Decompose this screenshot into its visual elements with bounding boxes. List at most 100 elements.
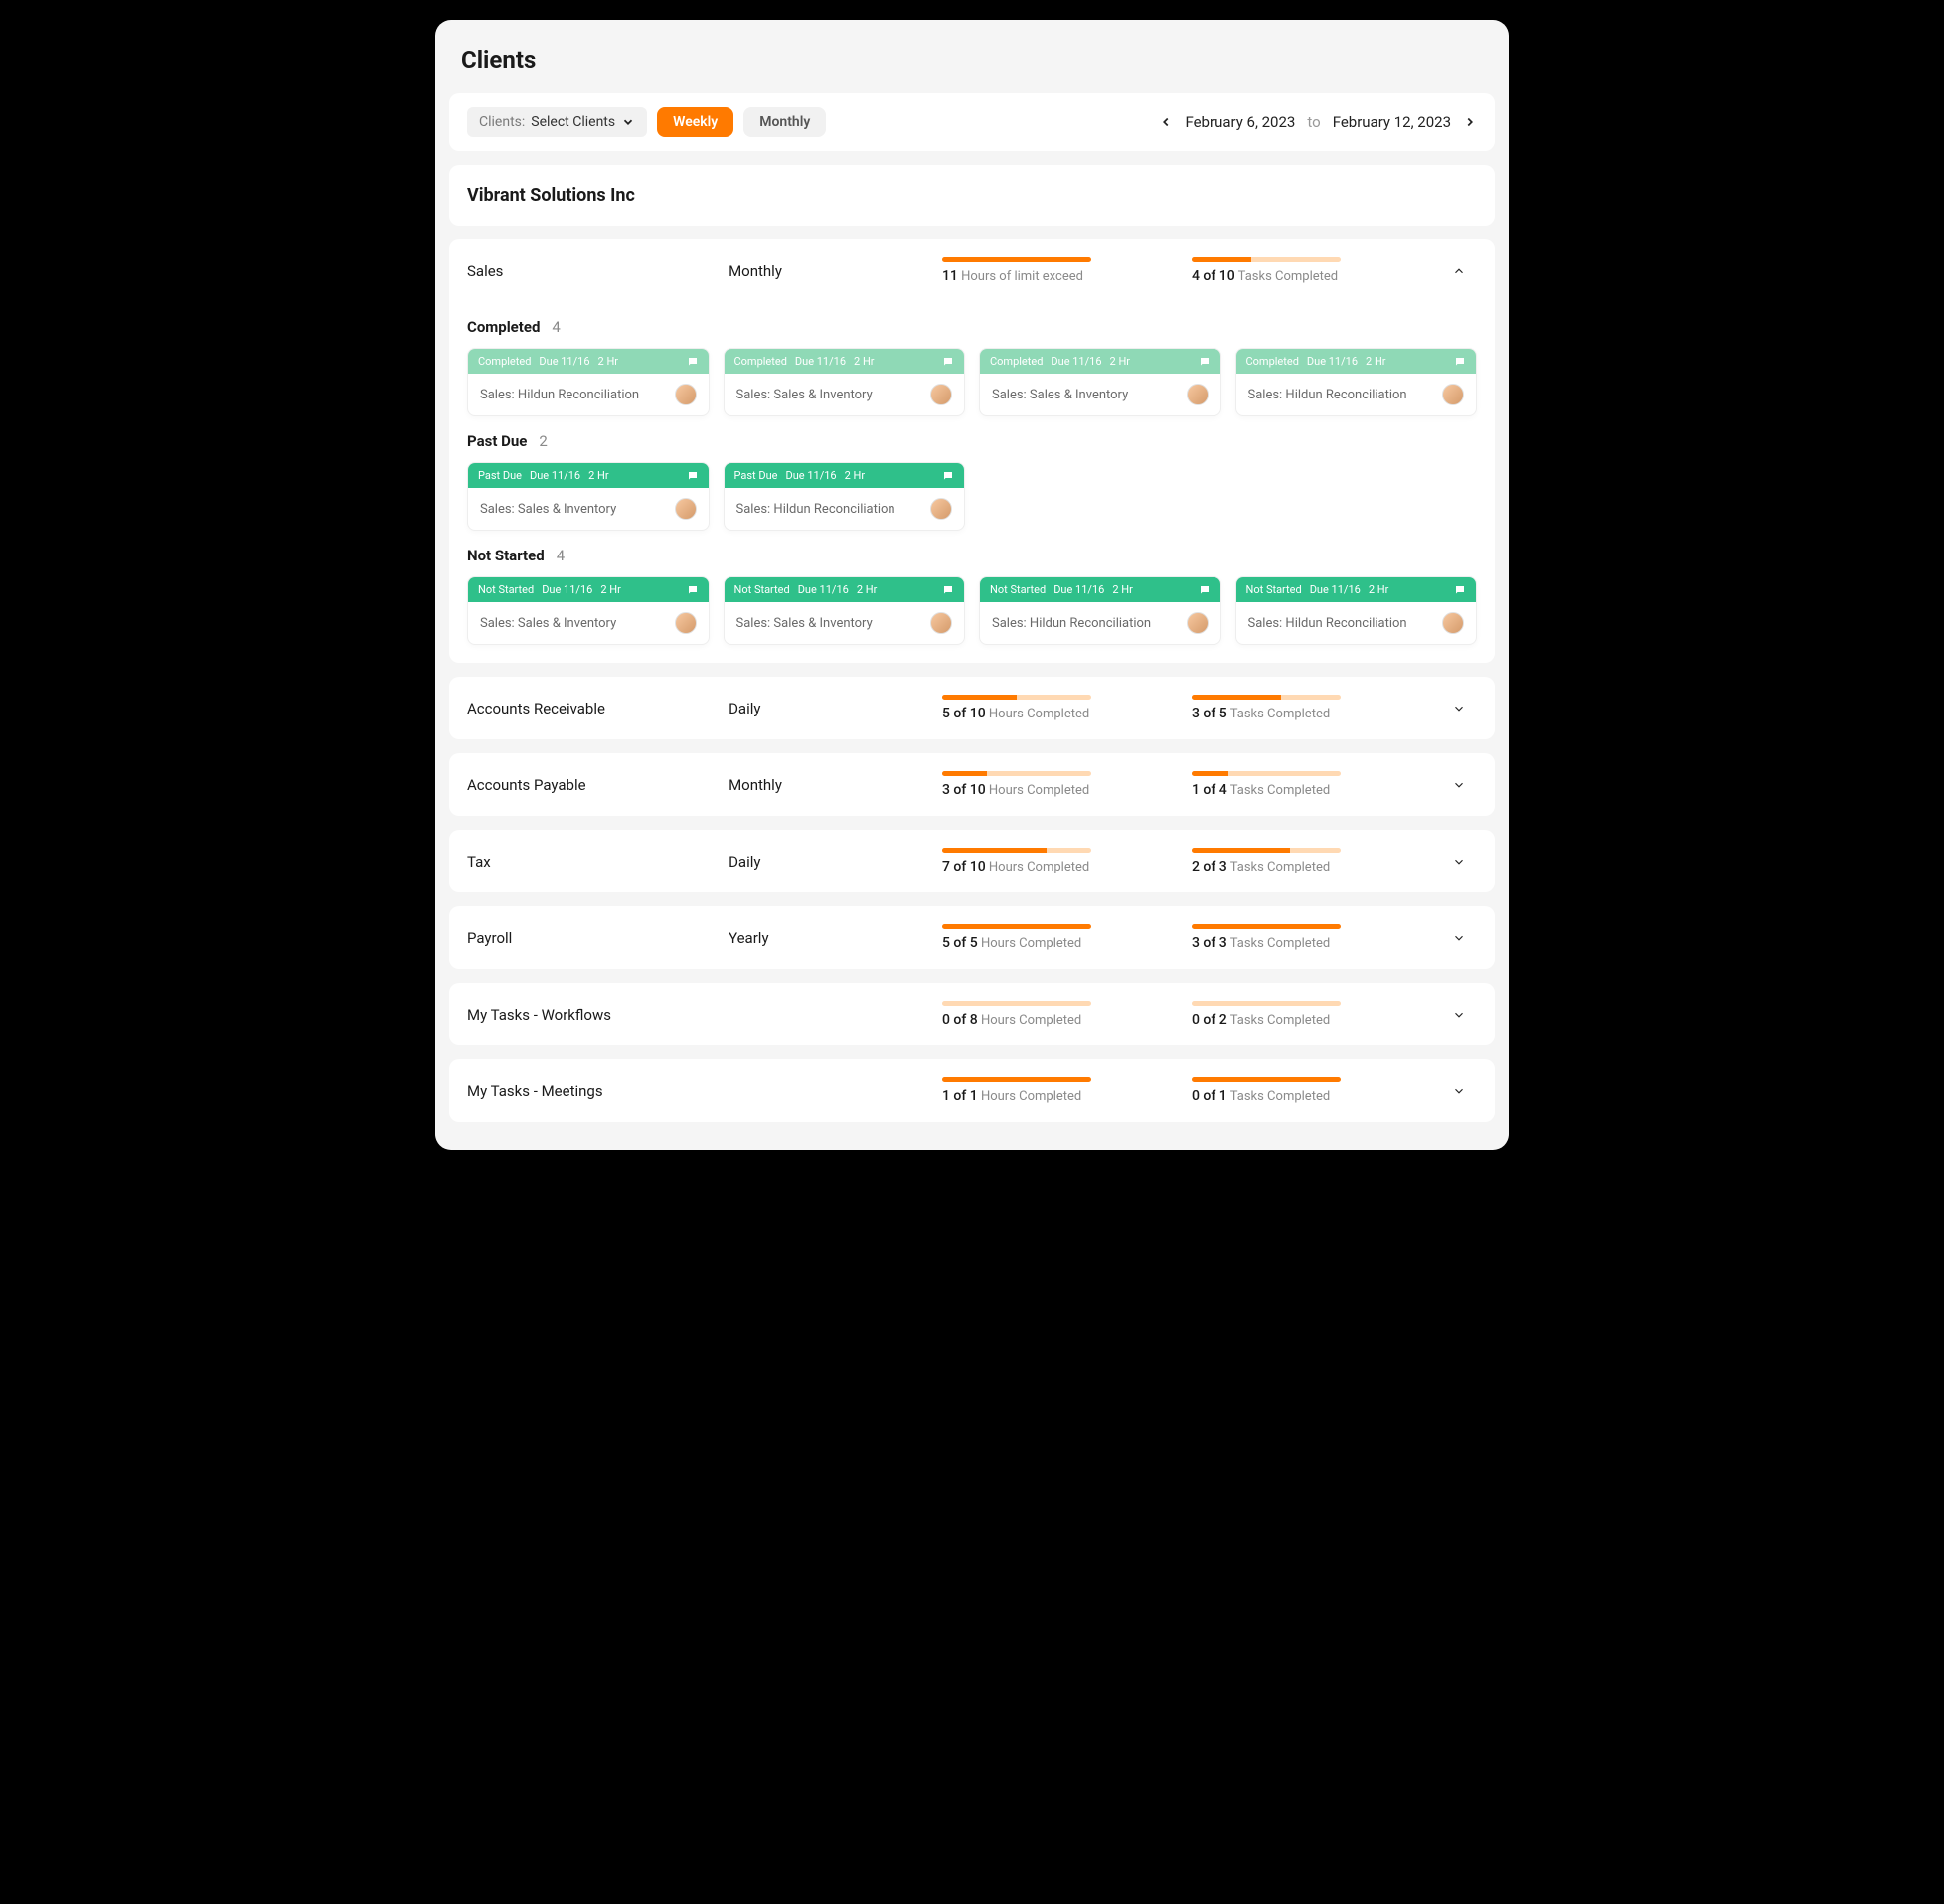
notstarted-cards: Not StartedDue 11/162 Hr Sales: Sales & … — [467, 576, 1477, 645]
tasks-progress: 2 of 3 Tasks Completed — [1192, 848, 1431, 874]
hours-progress: 5 of 10 Hours Completed — [942, 695, 1182, 721]
hours-progress: 1 of 1 Hours Completed — [942, 1077, 1182, 1104]
comment-icon — [1454, 356, 1466, 368]
group-header-pastdue: Past Due 2 — [467, 432, 1477, 450]
task-title: Sales: Sales & Inventory — [992, 388, 1128, 402]
main-content: Clients: Select Clients Weekly Monthly F… — [435, 93, 1509, 1150]
section-row[interactable]: Accounts Payable Monthly 3 of 10 Hours C… — [449, 753, 1495, 816]
tasks-progress: 0 of 2 Tasks Completed — [1192, 1001, 1431, 1028]
client-select-dropdown[interactable]: Clients: Select Clients — [467, 107, 647, 137]
task-card[interactable]: CompletedDue 11/162 Hr Sales: Sales & In… — [724, 348, 966, 416]
section-ar: Accounts Receivable Daily 5 of 10 Hours … — [449, 677, 1495, 739]
date-end: February 12, 2023 — [1333, 113, 1451, 131]
hours-progress: 7 of 10 Hours Completed — [942, 848, 1182, 874]
task-card[interactable]: Not StartedDue 11/162 Hr Sales: Sales & … — [724, 576, 966, 645]
comment-icon — [687, 470, 699, 482]
task-card-header: Past DueDue 11/162 Hr — [725, 463, 965, 488]
chevron-down-icon — [621, 115, 635, 129]
next-week-button[interactable] — [1463, 115, 1477, 129]
section-frequency: Yearly — [729, 929, 932, 947]
section-name: Accounts Receivable — [467, 700, 719, 717]
hours-progress: 0 of 8 Hours Completed — [942, 1001, 1182, 1028]
avatar — [675, 384, 697, 405]
avatar — [1187, 384, 1209, 405]
weekly-tab[interactable]: Weekly — [657, 107, 733, 137]
task-card-header: CompletedDue 11/162 Hr — [1236, 349, 1477, 374]
task-title: Sales: Hildun Reconciliation — [992, 616, 1151, 631]
task-title: Sales: Hildun Reconciliation — [1248, 616, 1407, 631]
comment-icon — [942, 470, 954, 482]
expand-button[interactable] — [1441, 1008, 1477, 1022]
section-row[interactable]: Sales Monthly 11 Hours of limit exceed 4… — [449, 239, 1495, 302]
tasks-progress: 3 of 5 Tasks Completed — [1192, 695, 1431, 721]
task-title: Sales: Sales & Inventory — [736, 616, 873, 631]
avatar — [930, 612, 952, 634]
section-frequency: Monthly — [729, 262, 932, 280]
task-card-header: CompletedDue 11/162 Hr — [468, 349, 709, 374]
hours-progress: 3 of 10 Hours Completed — [942, 771, 1182, 798]
task-card[interactable]: CompletedDue 11/162 Hr Sales: Sales & In… — [979, 348, 1221, 416]
group-title: Not Started — [467, 547, 545, 564]
section-row[interactable]: My Tasks - Meetings 1 of 1 Hours Complet… — [449, 1059, 1495, 1122]
expand-button[interactable] — [1441, 855, 1477, 869]
section-sales: Sales Monthly 11 Hours of limit exceed 4… — [449, 239, 1495, 663]
task-title: Sales: Hildun Reconciliation — [1248, 388, 1407, 402]
comment-icon — [942, 584, 954, 596]
filter-left: Clients: Select Clients Weekly Monthly — [467, 107, 826, 137]
date-start: February 6, 2023 — [1185, 113, 1295, 131]
section-name: Sales — [467, 262, 719, 280]
section-row[interactable]: My Tasks - Workflows 0 of 8 Hours Comple… — [449, 983, 1495, 1045]
section-name: Payroll — [467, 929, 719, 947]
tasks-progress: 1 of 4 Tasks Completed — [1192, 771, 1431, 798]
expand-button[interactable] — [1441, 702, 1477, 715]
comment-icon — [1199, 356, 1211, 368]
expand-button[interactable] — [1441, 778, 1477, 792]
page-title: Clients — [435, 20, 1509, 93]
task-card[interactable]: CompletedDue 11/162 Hr Sales: Hildun Rec… — [467, 348, 710, 416]
completed-cards: CompletedDue 11/162 Hr Sales: Hildun Rec… — [467, 348, 1477, 416]
task-card[interactable]: Not StartedDue 11/162 Hr Sales: Hildun R… — [1235, 576, 1478, 645]
task-card[interactable]: Past DueDue 11/162 Hr Sales: Sales & Inv… — [467, 462, 710, 531]
expand-button[interactable] — [1441, 1084, 1477, 1098]
section-meetings: My Tasks - Meetings 1 of 1 Hours Complet… — [449, 1059, 1495, 1122]
section-payroll: Payroll Yearly 5 of 5 Hours Completed 3 … — [449, 906, 1495, 969]
task-title: Sales: Hildun Reconciliation — [480, 388, 639, 402]
task-card-header: CompletedDue 11/162 Hr — [725, 349, 965, 374]
tasks-progress: 3 of 3 Tasks Completed — [1192, 924, 1431, 951]
avatar — [930, 384, 952, 405]
pastdue-cards: Past DueDue 11/162 Hr Sales: Sales & Inv… — [467, 462, 1477, 531]
avatar — [1187, 612, 1209, 634]
date-connector: to — [1307, 113, 1320, 131]
section-body: Completed 4 CompletedDue 11/162 Hr Sales… — [449, 318, 1495, 663]
hours-progress: 11 Hours of limit exceed — [942, 257, 1182, 284]
task-card[interactable]: CompletedDue 11/162 Hr Sales: Hildun Rec… — [1235, 348, 1478, 416]
monthly-tab[interactable]: Monthly — [743, 107, 826, 137]
section-row[interactable]: Accounts Receivable Daily 5 of 10 Hours … — [449, 677, 1495, 739]
task-title: Sales: Hildun Reconciliation — [736, 502, 895, 517]
task-card-header: Past DueDue 11/162 Hr — [468, 463, 709, 488]
client-filter-value: Select Clients — [531, 114, 615, 130]
collapse-button[interactable] — [1441, 264, 1477, 278]
group-count: 2 — [539, 432, 547, 450]
task-card[interactable]: Not StartedDue 11/162 Hr Sales: Sales & … — [467, 576, 710, 645]
section-row[interactable]: Tax Daily 7 of 10 Hours Completed 2 of 3… — [449, 830, 1495, 892]
task-card[interactable]: Past DueDue 11/162 Hr Sales: Hildun Reco… — [724, 462, 966, 531]
comment-icon — [942, 356, 954, 368]
task-title: Sales: Sales & Inventory — [736, 388, 873, 402]
tasks-progress: 0 of 1 Tasks Completed — [1192, 1077, 1431, 1104]
avatar — [675, 498, 697, 520]
group-header-notstarted: Not Started 4 — [467, 547, 1477, 564]
date-range-nav: February 6, 2023 to February 12, 2023 — [1159, 113, 1477, 131]
section-frequency: Daily — [729, 853, 932, 871]
section-name: Accounts Payable — [467, 776, 719, 794]
group-title: Completed — [467, 318, 540, 336]
group-count: 4 — [552, 318, 560, 336]
prev-week-button[interactable] — [1159, 115, 1173, 129]
task-card[interactable]: Not StartedDue 11/162 Hr Sales: Hildun R… — [979, 576, 1221, 645]
section-row[interactable]: Payroll Yearly 5 of 5 Hours Completed 3 … — [449, 906, 1495, 969]
filter-bar: Clients: Select Clients Weekly Monthly F… — [449, 93, 1495, 151]
expand-button[interactable] — [1441, 931, 1477, 945]
task-card-header: Not StartedDue 11/162 Hr — [468, 577, 709, 602]
comment-icon — [1199, 584, 1211, 596]
client-filter-label: Clients: — [479, 114, 525, 130]
